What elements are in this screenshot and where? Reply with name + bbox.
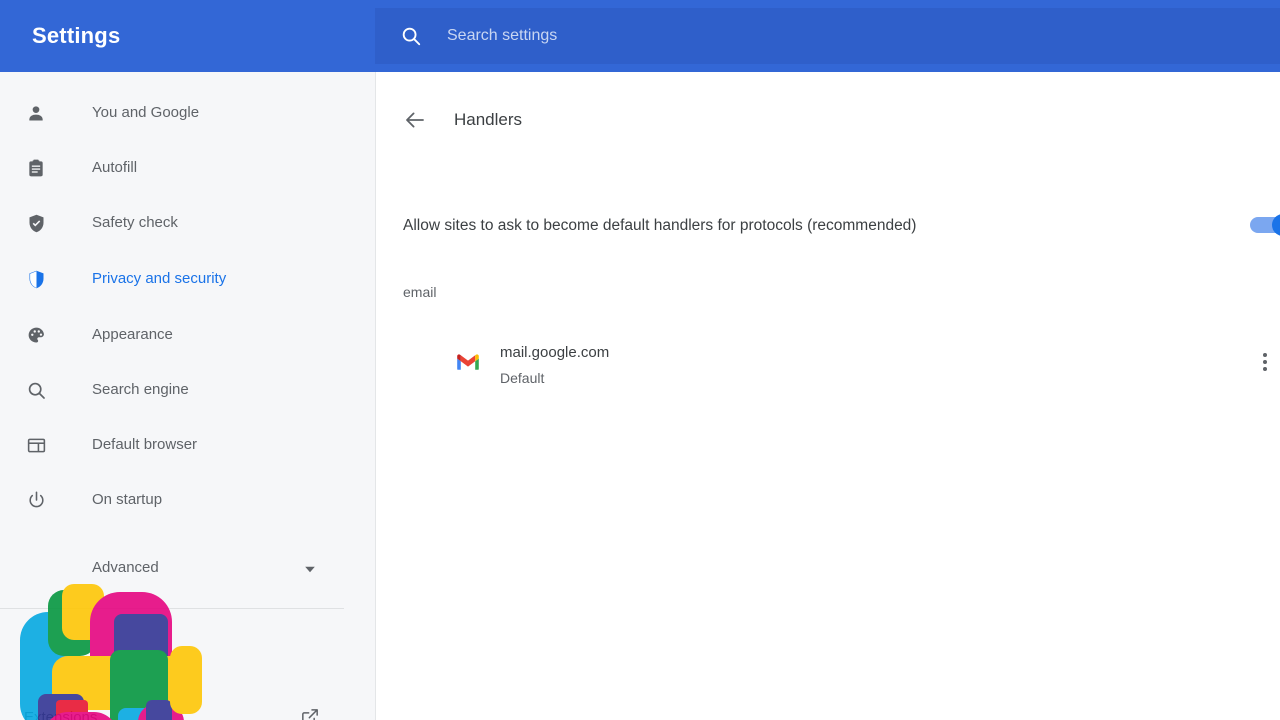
settings-window: Settings You and Google [0, 0, 1280, 720]
dot [1263, 360, 1267, 364]
sidebar-item-label: Safety check [92, 214, 178, 231]
sidebar-item-search-engine[interactable]: Search engine [0, 370, 375, 410]
settings-content-pane: Handlers Allow sites to ask to become de… [377, 72, 1280, 720]
sidebar-item-label: You and Google [92, 104, 200, 121]
open-in-new-icon [300, 707, 320, 720]
sidebar-item-label: Appearance [92, 326, 173, 343]
back-arrow-icon[interactable] [403, 108, 427, 132]
sidebar-item-label: Privacy and security [92, 270, 227, 287]
sidebar-item-default-browser[interactable]: Default browser [0, 425, 375, 465]
page-header: Handlers [377, 98, 1280, 142]
sidebar-item-autofill[interactable]: Autofill [0, 148, 375, 188]
sidebar-item-label: Default browser [92, 436, 198, 453]
sidebar-item-label: Autofill [92, 159, 138, 176]
sidebar-item-on-startup[interactable]: On startup [0, 480, 375, 520]
allow-handlers-label: Allow sites to ask to become default han… [403, 217, 917, 234]
shield-icon [24, 267, 48, 291]
person-icon [24, 101, 48, 125]
allow-handlers-setting-row[interactable]: Allow sites to ask to become default han… [377, 202, 1280, 250]
dot [1263, 353, 1267, 357]
sidebar-item-advanced[interactable]: Advanced [0, 548, 375, 588]
protocol-group-label: email [403, 284, 437, 300]
dot [1263, 367, 1267, 371]
page-brand-title: Settings [32, 23, 121, 48]
gmail-icon [456, 350, 480, 374]
allow-handlers-toggle[interactable] [1250, 214, 1280, 236]
shield-check-icon [24, 211, 48, 235]
sidebar-item-appearance[interactable]: Appearance [0, 315, 375, 355]
sidebar-item-you-and-google[interactable]: You and Google [0, 93, 375, 133]
top-header-bar: Settings [0, 0, 1280, 72]
search-icon [397, 22, 425, 50]
settings-sidebar: You and Google Autofill Safety check Pri… [0, 72, 376, 720]
sidebar-item-label: Extensions [24, 709, 98, 720]
handler-host: mail.google.com [500, 344, 610, 361]
clipboard-icon [24, 156, 48, 180]
more-vertical-icon[interactable] [1253, 348, 1277, 376]
sidebar-item-extensions[interactable]: Extensions [0, 698, 375, 720]
sidebar-item-label: On startup [92, 491, 163, 508]
page-title: Handlers [454, 110, 523, 129]
handler-list-item[interactable]: mail.google.com Default [377, 334, 1280, 390]
handler-status: Default [500, 370, 545, 386]
search-settings-box[interactable] [375, 8, 1280, 64]
sidebar-item-label: Advanced [92, 559, 159, 576]
power-icon [24, 488, 48, 512]
sidebar-item-label: Search engine [92, 381, 189, 398]
search-input[interactable] [447, 22, 1280, 50]
browser-window-icon [24, 433, 48, 457]
palette-icon [24, 323, 48, 347]
chevron-down-icon [302, 561, 318, 577]
sidebar-item-safety-check[interactable]: Safety check [0, 203, 375, 243]
sidebar-divider [0, 608, 344, 609]
search-icon [24, 378, 48, 402]
sidebar-item-privacy-and-security[interactable]: Privacy and security [0, 259, 375, 299]
